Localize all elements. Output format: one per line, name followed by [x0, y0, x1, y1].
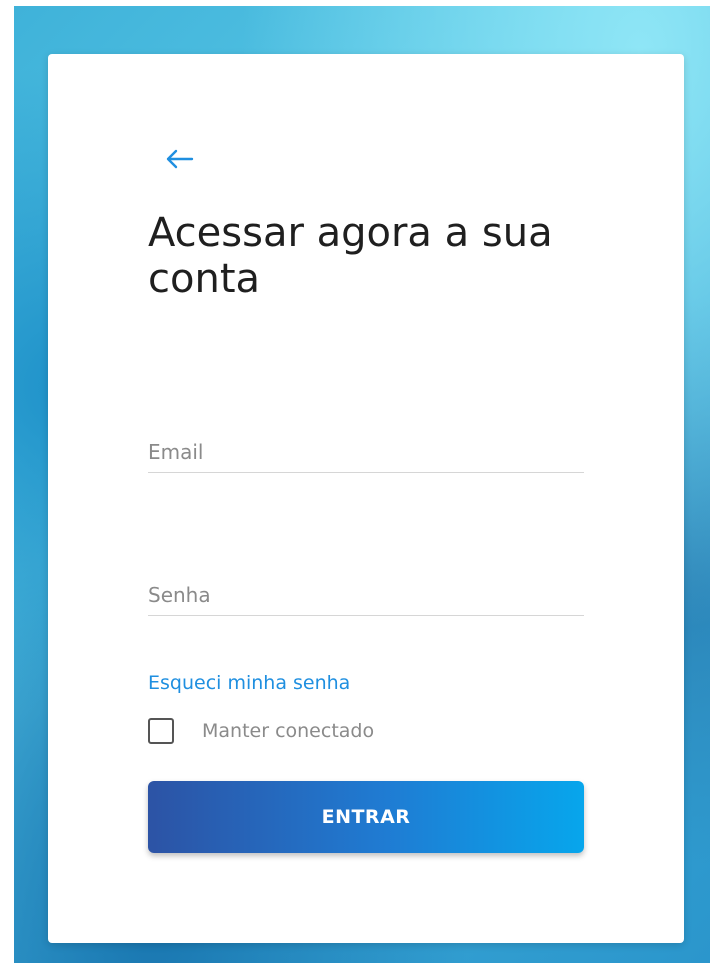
forgot-password-link[interactable]: Esqueci minha senha: [148, 672, 350, 694]
arrow-left-icon: [166, 149, 194, 169]
login-button[interactable]: ENTRAR: [148, 781, 584, 853]
remember-me-checkbox[interactable]: [148, 718, 174, 744]
page-title: Acessar agora a sua conta: [148, 210, 553, 302]
remember-me-toggle[interactable]: Manter conectado: [148, 718, 374, 744]
email-field[interactable]: [148, 432, 584, 473]
password-field[interactable]: [148, 575, 584, 616]
back-button[interactable]: [162, 144, 196, 174]
remember-me-label: Manter conectado: [202, 720, 375, 742]
